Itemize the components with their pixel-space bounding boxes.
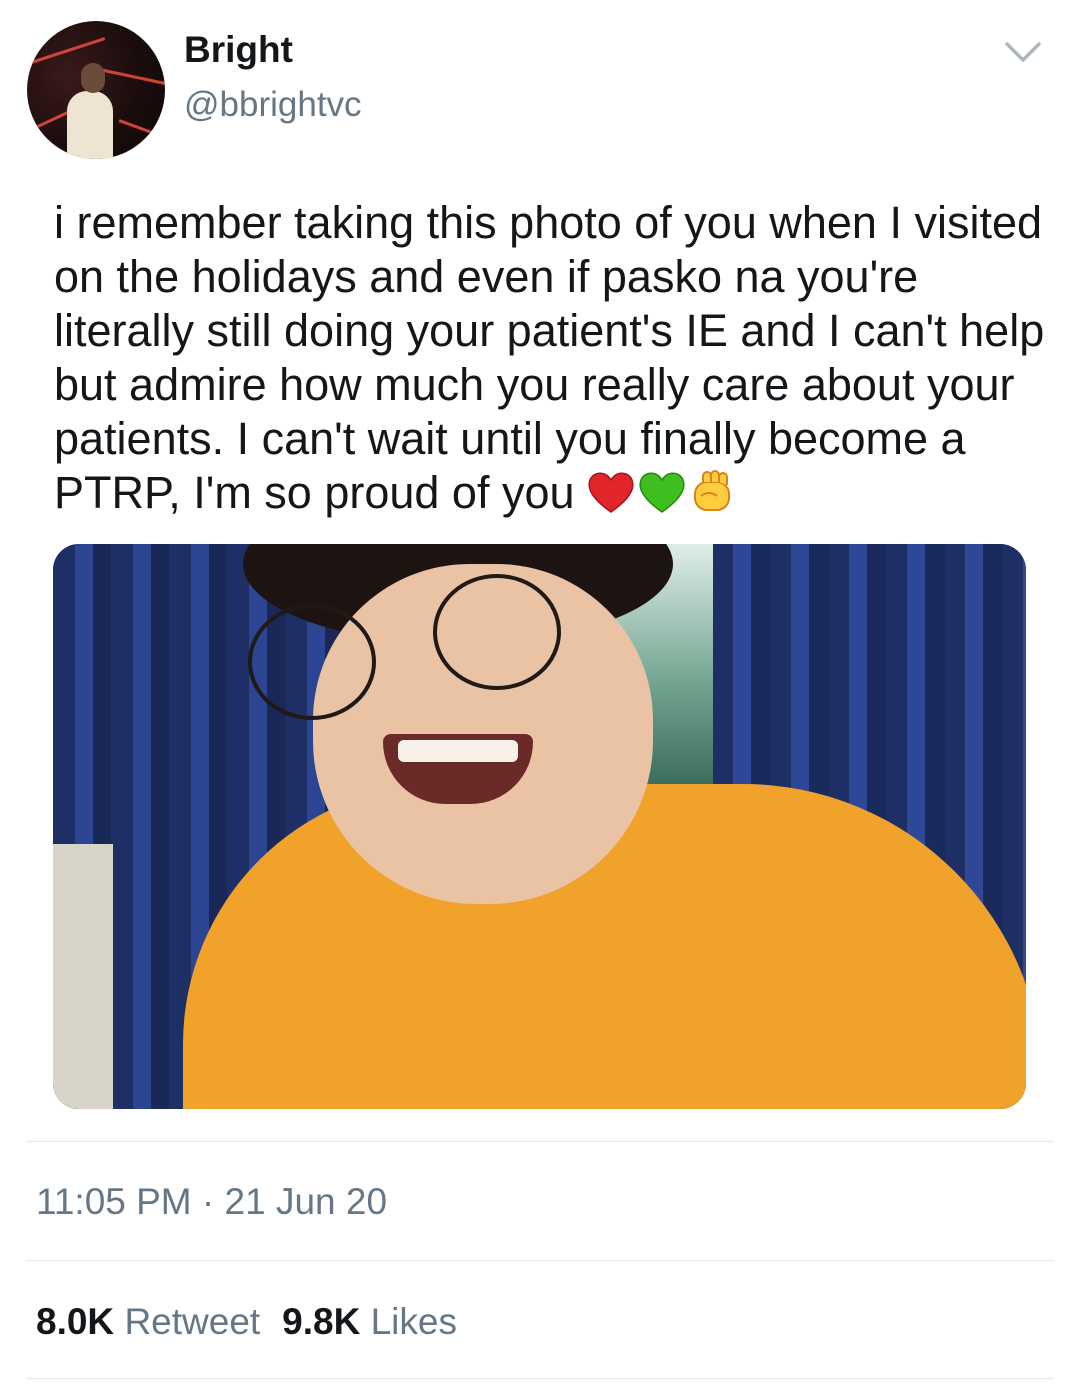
tweet-photo[interactable] bbox=[53, 544, 1026, 1109]
likes-stat[interactable]: 9.8K Likes bbox=[282, 1301, 457, 1342]
emoji-group bbox=[587, 470, 735, 516]
divider-bottom bbox=[26, 1378, 1054, 1379]
author-display-name[interactable]: Bright bbox=[184, 29, 293, 71]
tweet-text: i remember taking this photo of you when… bbox=[54, 196, 1054, 520]
green-heart-icon bbox=[638, 472, 685, 513]
raised-fist-icon bbox=[693, 470, 730, 511]
tweet-timestamp[interactable]: 11:05 PM · 21 Jun 20 bbox=[36, 1181, 387, 1223]
chevron-down-icon[interactable] bbox=[1003, 38, 1043, 66]
divider-top bbox=[26, 1141, 1054, 1142]
likes-count: 9.8K bbox=[282, 1301, 361, 1342]
retweets-count: 8.0K bbox=[36, 1301, 115, 1342]
engagement-stats: 8.0K Retweet 9.8K Likes bbox=[36, 1301, 457, 1343]
divider-middle bbox=[26, 1260, 1054, 1261]
red-heart-icon bbox=[587, 472, 634, 513]
likes-label: Likes bbox=[370, 1301, 457, 1342]
author-handle[interactable]: @bbrightvc bbox=[184, 85, 362, 125]
tweet-body: i remember taking this photo of you when… bbox=[54, 197, 1045, 518]
retweets-label: Retweet bbox=[124, 1301, 261, 1342]
author-avatar[interactable] bbox=[27, 21, 165, 159]
retweets-stat[interactable]: 8.0K Retweet bbox=[36, 1301, 260, 1342]
